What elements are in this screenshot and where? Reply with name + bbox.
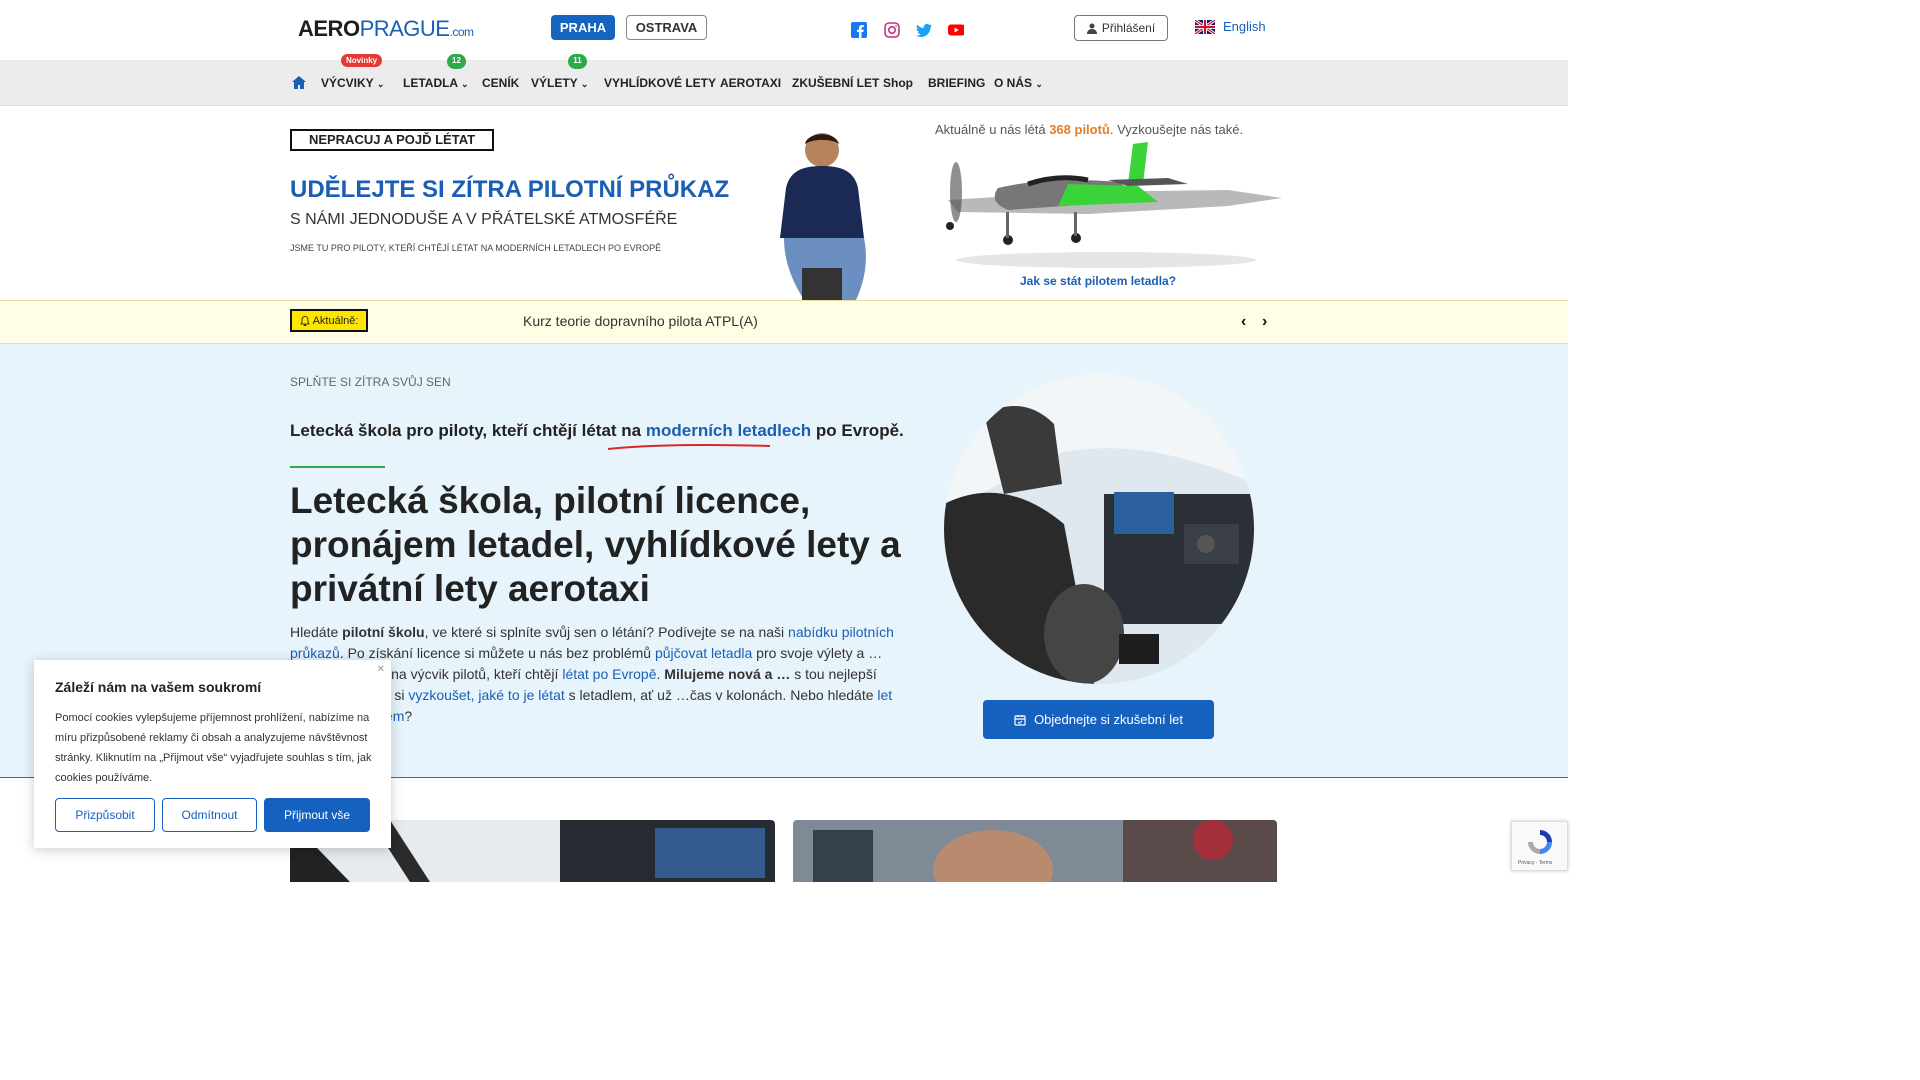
modern-planes-link[interactable]: moderních letadlech <box>646 421 811 440</box>
main-nav: VÝCVIKY ⌄ Novinky LETADLA ⌄ 12 CENÍK VÝL… <box>0 54 1568 106</box>
green-divider <box>290 466 385 468</box>
intro-bold-text: Milujeme nová a <box>664 666 773 682</box>
chevron-down-icon: ⌄ <box>376 79 385 89</box>
close-icon[interactable]: ✕ <box>377 664 385 675</box>
nav-badge-letadla-count: 12 <box>447 54 466 69</box>
nav-item-o-nas[interactable]: O NÁS ⌄ <box>994 76 1043 90</box>
nav-item-briefing[interactable]: BRIEFING <box>928 76 985 90</box>
nav-item-vycviky[interactable]: VÝCVIKY ⌄ <box>321 76 384 90</box>
intro-text: … <box>868 645 883 661</box>
section-kicker: SPLŇTE SI ZÍTRA SVŮJ SEN <box>290 375 451 389</box>
nav-badge-vylety-count: 11 <box>568 54 587 69</box>
nav-item-aerotaxi[interactable]: AEROTAXI <box>720 76 781 90</box>
intro-link[interactable]: půjčovat letadla <box>655 645 752 661</box>
user-icon <box>1086 23 1097 34</box>
nav-item-vylety[interactable]: VÝLETY ⌄ <box>531 76 588 90</box>
top-bar: AEROPRAGUE.com PRAHA OSTRAVA Přihlášení … <box>0 0 1568 60</box>
uk-flag-icon <box>1195 19 1215 34</box>
intro-text: čas v kolonách. Nebo hledáte <box>689 687 878 703</box>
city-praha-button[interactable]: PRAHA <box>551 15 615 40</box>
section-subhead: Letecká škola pro piloty, kteří chtějí l… <box>290 421 904 440</box>
intro-text: … <box>675 687 690 703</box>
intro-bold-text: … <box>776 666 791 682</box>
pilots-count-line: Aktuálně u nás létá 368 pilotů. Vyzkouše… <box>935 122 1244 137</box>
hero-tagline: JSME TU PRO PILOTY, KTEŘÍ CHTĚJÍ LÉTAT N… <box>290 243 662 253</box>
recaptcha-icon <box>1528 830 1552 854</box>
card-photo-people[interactable] <box>793 820 1277 882</box>
news-ticker <box>0 300 1568 344</box>
cookie-customize-button[interactable]: Přizpůsobit <box>55 798 155 832</box>
ticker-prev-arrow-icon[interactable]: ‹ <box>1241 313 1246 331</box>
twitter-icon[interactable] <box>916 22 932 38</box>
page-title: Letecká škola, pilotní licence, pronájem… <box>290 480 901 609</box>
hero-subheadline: S NÁMI JEDNODUŠE A V PŘÁTELSKÉ ATMOSFÉŘE <box>290 211 678 228</box>
cookie-text: Pomocí cookies vylepšujeme příjemnost pr… <box>55 712 372 784</box>
intro-text: s letadlem, ať už <box>564 687 676 703</box>
nav-item-cenik[interactable]: CENÍK <box>482 76 519 90</box>
cookie-accept-button[interactable]: Přijmout vše <box>264 798 370 832</box>
instagram-icon[interactable] <box>884 22 900 38</box>
language-switch[interactable]: English <box>1195 19 1266 34</box>
airplane-image <box>946 142 1282 268</box>
home-icon[interactable] <box>292 76 306 89</box>
chevron-down-icon: ⌄ <box>1035 79 1043 89</box>
chevron-down-icon: ⌄ <box>461 79 469 89</box>
intro-text: . Po získání licence si můžete u nás bez… <box>339 645 655 661</box>
intro-bold-text: pilotní školu <box>342 624 425 640</box>
bell-icon <box>299 315 310 326</box>
nav-item-zkusebni-let[interactable]: ZKUŠEBNÍ LET <box>792 76 879 90</box>
intro-text: pro svoje výlety a <box>752 645 869 661</box>
cookie-consent-dialog: ✕ Záleží nám na vašem soukromí Pomocí co… <box>34 660 391 848</box>
book-trial-flight-button[interactable]: Objednejte si zkušební let <box>983 700 1214 739</box>
red-underline-scribble <box>607 444 771 450</box>
recaptcha-links[interactable]: Privacy - Terms <box>1518 860 1552 866</box>
nav-badge-novinky: Novinky <box>341 54 383 67</box>
login-button[interactable]: Přihlášení <box>1074 15 1168 41</box>
intro-text: ? <box>404 708 413 724</box>
nav-item-shop[interactable]: Shop <box>883 76 913 90</box>
cockpit-image <box>944 374 1254 684</box>
city-ostrava-button[interactable]: OSTRAVA <box>626 15 707 40</box>
intro-text: , ve které si splníte svůj sen o létání?… <box>424 624 789 640</box>
cockpit-photo <box>944 374 1254 684</box>
how-to-become-pilot-link[interactable]: Jak se stát pilotem letadla? <box>1020 274 1176 288</box>
intro-text: Hledáte <box>290 624 343 640</box>
nav-item-letadla[interactable]: LETADLA ⌄ <box>403 76 469 90</box>
ticker-next-arrow-icon[interactable]: › <box>1262 313 1267 331</box>
ticker-text[interactable]: Kurz teorie dopravního pilota ATPL(A) <box>523 313 758 329</box>
nav-item-vyhlidkove-lety[interactable]: VYHLÍDKOVÉ LETY <box>604 76 716 90</box>
facebook-icon[interactable] <box>851 22 867 38</box>
intro-link[interactable]: létat po Evropě <box>562 666 656 682</box>
site-logo[interactable]: AEROPRAGUE.com <box>298 16 474 42</box>
youtube-icon[interactable] <box>948 22 964 38</box>
hero-headline: UDĚLEJTE SI ZÍTRA PILOTNÍ PRŮKAZ <box>290 176 730 203</box>
recaptcha-badge[interactable]: Privacy - Terms <box>1511 821 1568 871</box>
calendar-check-icon <box>1014 714 1026 726</box>
pilot-man-image <box>780 133 866 300</box>
chevron-down-icon: ⌄ <box>580 79 589 89</box>
cookie-title: Záleží nám na vašem soukromí <box>55 679 262 695</box>
cookie-reject-button[interactable]: Odmítnout <box>162 798 257 832</box>
people-photo-image <box>793 820 1277 882</box>
slogan-box: NEPRACUJ A POJĎ LÉTAT <box>290 129 494 151</box>
intro-link[interactable]: vyzkoušet, jaké to je létat <box>408 687 564 703</box>
ticker-label: Aktuálně: <box>290 309 368 332</box>
